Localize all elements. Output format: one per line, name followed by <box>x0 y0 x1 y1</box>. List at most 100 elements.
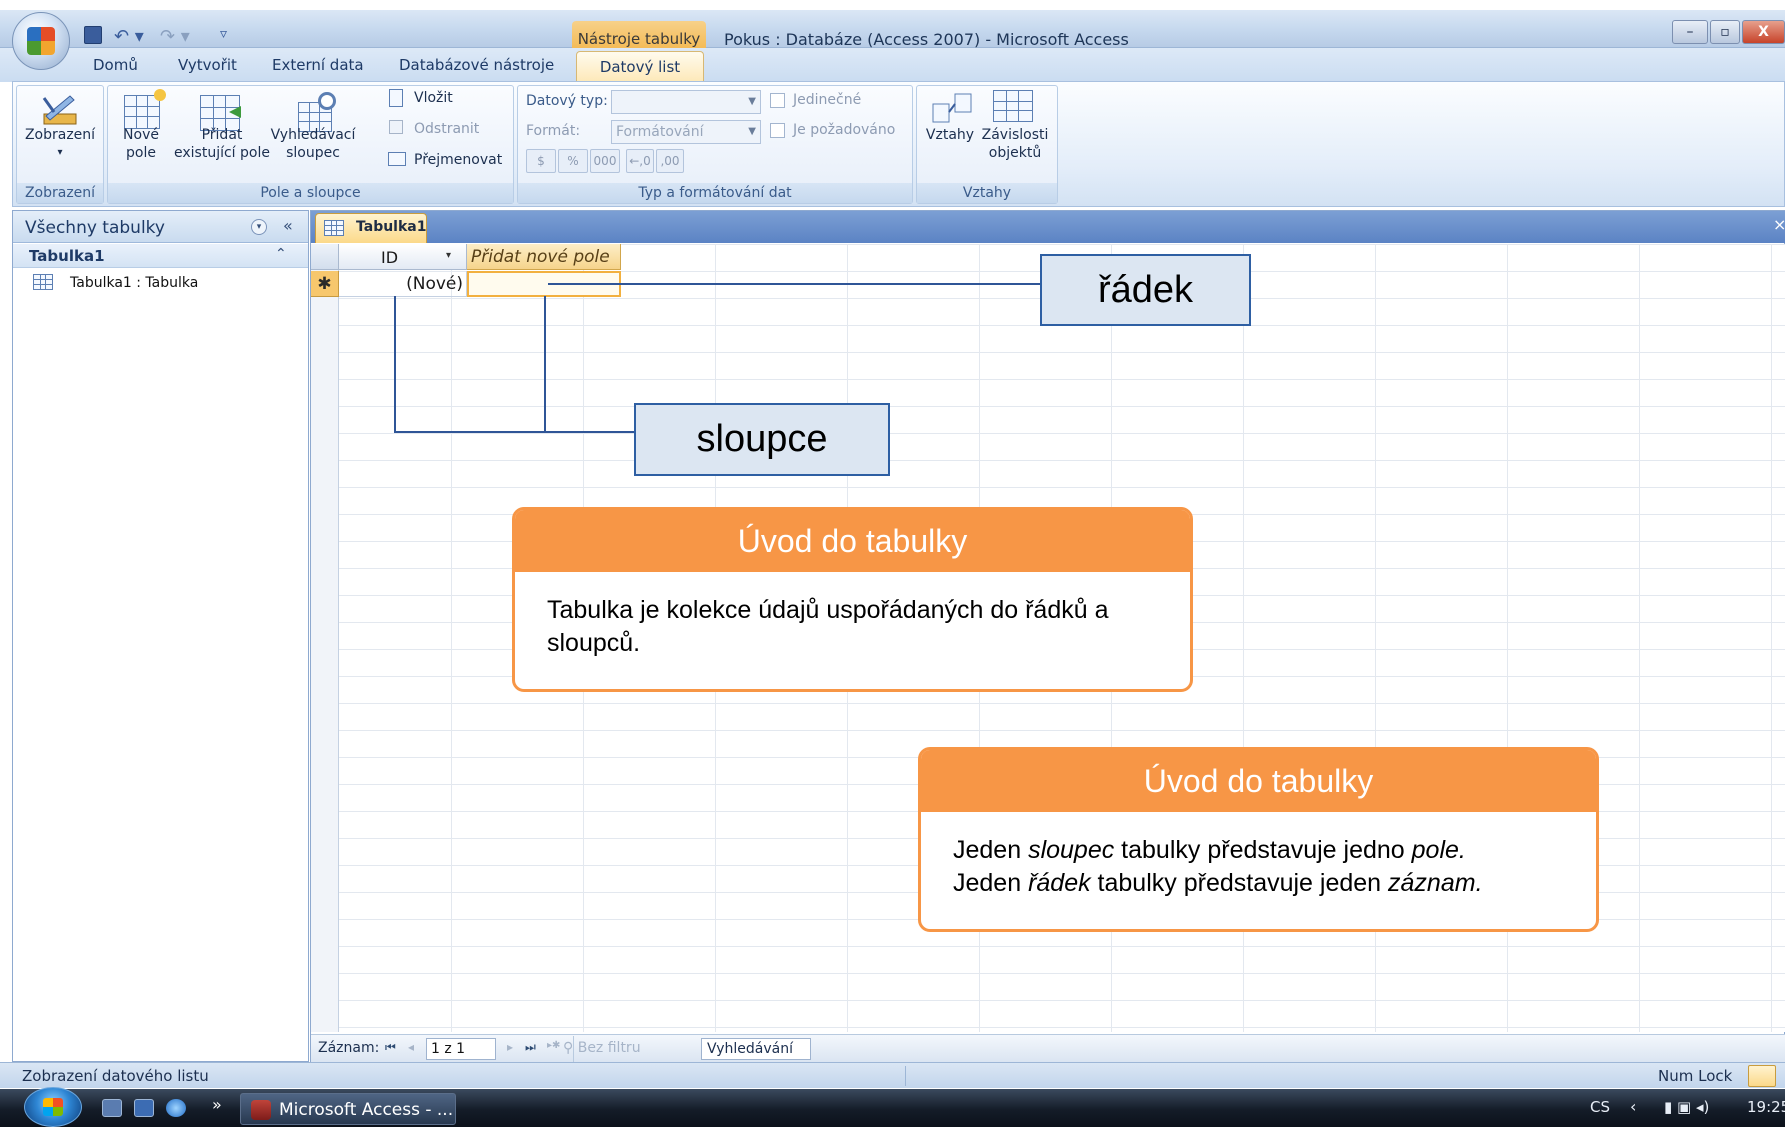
start-button[interactable] <box>24 1087 82 1127</box>
format-label: Formát: <box>526 123 581 139</box>
tab-home[interactable]: Domů <box>93 56 138 74</box>
nav-item-label: Tabulka1 : Tabulka <box>70 275 199 291</box>
minimize-button[interactable]: – <box>1672 20 1708 44</box>
format-combo[interactable]: Formátování ▼ <box>611 120 761 144</box>
windows-logo-icon <box>43 1098 63 1116</box>
previous-record-icon[interactable]: ◂ <box>408 1040 414 1054</box>
select-all-corner[interactable] <box>311 244 339 270</box>
column-header-add-new-field[interactable]: Přidat nové pole <box>467 244 621 270</box>
switch-windows-icon[interactable] <box>134 1099 154 1117</box>
group-datatype-formatting-label: Typ a formátování dat <box>518 183 912 203</box>
lookup-column-button[interactable]: Vyhledávací sloupec <box>268 126 358 162</box>
info-box-body: Jeden sloupec tabulky představuje jedno … <box>953 834 1572 900</box>
show-desktop-icon[interactable] <box>102 1099 122 1117</box>
nav-item-tabulka1[interactable]: Tabulka1 : Tabulka <box>13 271 308 295</box>
first-record-icon[interactable]: ⏮ <box>385 1040 396 1055</box>
object-dependencies-button[interactable]: Závislosti objektů <box>977 126 1053 162</box>
power-icon[interactable]: ▮ <box>1664 1098 1672 1116</box>
new-record-icon[interactable]: ▸✱ <box>547 1040 560 1051</box>
rename-button[interactable]: Přejmenovat <box>414 152 502 168</box>
nav-group-header[interactable]: Tabulka1 ⌃ <box>13 244 308 268</box>
navigation-pane: Všechny tabulky ▾ « Tabulka1 ⌃ Tabulka1 … <box>12 210 309 1062</box>
increase-decimals-button[interactable]: ←,0 <box>626 149 654 173</box>
office-button[interactable] <box>12 12 70 70</box>
status-bar: Zobrazení datového listu Num Lock <box>0 1062 1785 1088</box>
callout-line-row <box>548 283 1040 285</box>
close-document-icon[interactable]: × <box>1773 215 1785 234</box>
taskbar-item-access[interactable]: Microsoft Access - ... <box>240 1093 456 1125</box>
nav-collapse-icon[interactable]: « <box>283 216 293 235</box>
cell-id-new[interactable]: (Nové) <box>339 271 467 297</box>
document-tab-tabulka1[interactable]: Tabulka1 <box>315 213 427 243</box>
internet-explorer-icon[interactable] <box>166 1099 186 1117</box>
tab-database-tools[interactable]: Databázové nástroje <box>399 56 554 74</box>
annotation-columns-label: sloupce <box>634 403 890 476</box>
callout-line-columns-bottom <box>394 431 634 433</box>
record-selector-column[interactable] <box>311 244 339 1032</box>
unique-label: Jedinečné <box>793 92 862 108</box>
redo-icon[interactable]: ↷ ▾ <box>160 26 190 48</box>
new-field-icon <box>124 95 160 129</box>
relationships-icon <box>931 90 975 130</box>
search-input[interactable]: Vyhledávání <box>701 1038 811 1060</box>
chevron-up-icon[interactable]: ⌃ <box>275 246 287 262</box>
cell-id-value: (Nové) <box>406 274 463 294</box>
undo-icon[interactable]: ↶ ▾ <box>114 26 144 48</box>
next-record-icon[interactable]: ▸ <box>507 1040 513 1054</box>
nav-header[interactable]: Všechny tabulky ▾ « <box>13 211 308 243</box>
percent-format-button[interactable]: % <box>558 149 588 173</box>
info-box-intro-1: Úvod do tabulky Tabulka je kolekce údajů… <box>512 507 1193 692</box>
insert-button[interactable]: Vložit <box>414 90 453 106</box>
datasheet-view-icon[interactable] <box>1748 1065 1776 1087</box>
maximize-button[interactable]: ▫ <box>1710 20 1740 44</box>
new-record-marker[interactable]: ✱ <box>311 271 339 297</box>
group-datatype-formatting: Datový typ: ▼ Formát: Formátování ▼ $ % … <box>517 85 913 204</box>
tab-create[interactable]: Vytvořit <box>178 56 237 74</box>
delete-button[interactable]: Odstranit <box>414 121 479 137</box>
column-header-id[interactable]: ID ▾ <box>339 244 467 270</box>
required-label: Je požadováno <box>793 122 896 138</box>
callout-line-column-new <box>544 296 546 433</box>
new-field-button[interactable]: Nové pole <box>108 126 174 162</box>
filter-icon: ⚲ <box>563 1040 578 1056</box>
datatype-combo[interactable]: ▼ <box>611 90 761 114</box>
info-box-intro-2: Úvod do tabulky Jeden sloupec tabulky př… <box>918 747 1599 932</box>
info-box-body: Tabulka je kolekce údajů uspořádaných do… <box>547 596 1109 657</box>
insert-icon <box>389 89 403 107</box>
status-divider <box>905 1066 906 1086</box>
no-filter-button[interactable]: ⚲ Bez filtru <box>563 1040 641 1056</box>
nav-dropdown-icon[interactable]: ▾ <box>251 219 267 235</box>
record-navigation-bar: Záznam: ⏮ ◂ 1 z 1 ▸ ⏭ ▸✱ ⚲ Bez filtru Vy… <box>311 1034 1785 1062</box>
show-hidden-icons-icon[interactable]: ‹ <box>1630 1097 1636 1116</box>
save-icon[interactable] <box>84 26 102 44</box>
quick-launch-expand-icon[interactable]: » <box>212 1095 222 1114</box>
tray-icons: ▮ ▣ ◂) <box>1664 1098 1709 1116</box>
callout-line-column-id <box>394 296 396 433</box>
view-button[interactable]: Zobrazení <box>17 126 103 144</box>
language-indicator[interactable]: CS <box>1590 1098 1610 1116</box>
unique-checkbox[interactable] <box>770 93 785 108</box>
record-position-input[interactable]: 1 z 1 <box>426 1038 496 1060</box>
group-view: Zobrazení ▾ Zobrazení <box>16 85 104 204</box>
column-menu-arrow-icon[interactable]: ▾ <box>446 250 451 261</box>
tab-external-data[interactable]: Externí data <box>272 56 364 74</box>
info-box-title: Úvod do tabulky <box>515 510 1190 572</box>
format-dropdown-arrow: ▼ <box>748 126 756 137</box>
customize-toolbar-icon[interactable]: ▿ <box>220 26 227 48</box>
currency-format-button[interactable]: $ <box>526 149 556 173</box>
close-button[interactable]: X <box>1742 20 1785 44</box>
view-dropdown-arrow[interactable]: ▾ <box>17 144 103 162</box>
required-checkbox[interactable] <box>770 123 785 138</box>
info-box-title: Úvod do tabulky <box>921 750 1596 812</box>
add-existing-field-button[interactable]: Přidat existující pole <box>174 126 270 162</box>
tab-datasheet[interactable]: Datový list <box>576 51 704 83</box>
relationships-button[interactable]: Vztahy <box>921 126 979 144</box>
nav-title[interactable]: Všechny tabulky <box>25 218 165 238</box>
volume-icon[interactable]: ◂) <box>1696 1098 1709 1116</box>
ribbon: Zobrazení ▾ Zobrazení Nové pole Přidat e… <box>12 81 1785 207</box>
network-icon[interactable]: ▣ <box>1677 1098 1691 1116</box>
decrease-decimals-button[interactable]: ,00 <box>656 149 684 173</box>
last-record-icon[interactable]: ⏭ <box>525 1040 536 1055</box>
thousands-format-button[interactable]: 000 <box>590 149 620 173</box>
clock[interactable]: 19:25 <box>1747 1098 1785 1116</box>
